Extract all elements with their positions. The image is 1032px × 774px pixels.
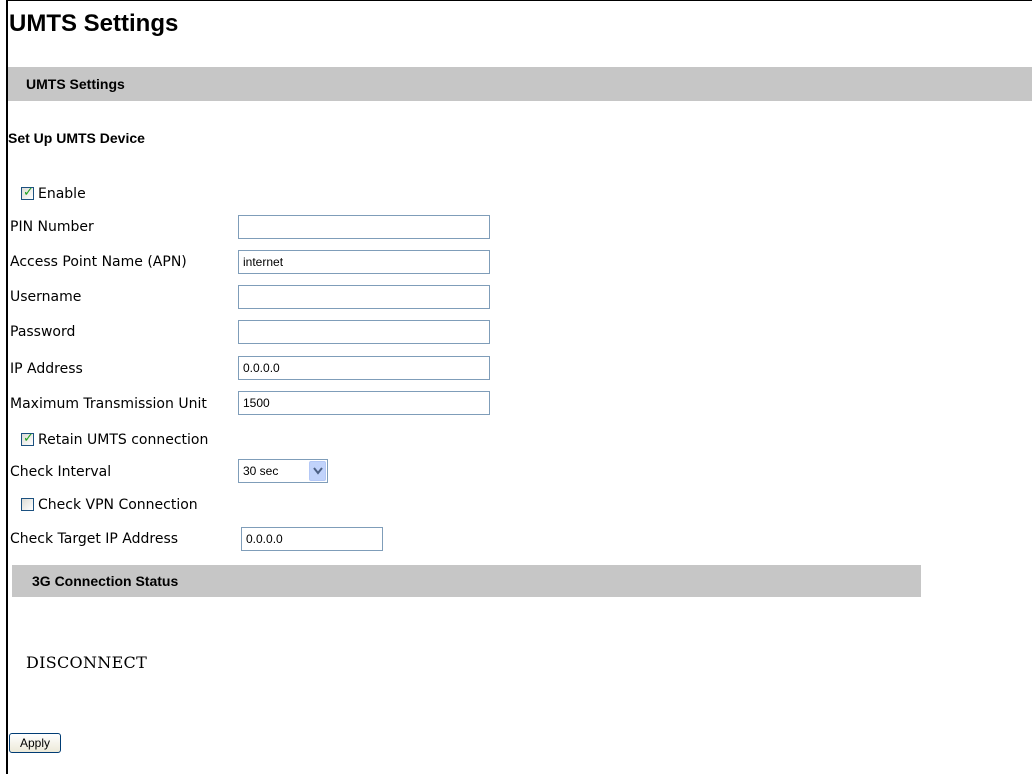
mtu-input[interactable] bbox=[238, 391, 490, 415]
check-vpn-checkbox[interactable] bbox=[21, 498, 34, 511]
dropdown-arrow-button[interactable] bbox=[309, 461, 326, 481]
subheading-setup-device: Set Up UMTS Device bbox=[8, 130, 145, 146]
connection-status-text: DISCONNECT bbox=[26, 653, 148, 672]
retain-connection-label: Retain UMTS connection bbox=[38, 432, 209, 448]
mtu-label: Maximum Transmission Unit bbox=[10, 396, 207, 412]
target-ip-input[interactable] bbox=[241, 527, 383, 551]
chevron-down-icon bbox=[313, 467, 323, 475]
check-interval-value: 30 sec bbox=[243, 464, 279, 478]
retain-connection-checkbox[interactable]: ✓ bbox=[21, 431, 34, 446]
check-vpn-label: Check VPN Connection bbox=[38, 497, 198, 513]
apn-input[interactable] bbox=[238, 250, 490, 274]
section-header-connection-status: 3G Connection Status bbox=[12, 565, 921, 597]
frame-left-border bbox=[6, 0, 8, 774]
pin-label: PIN Number bbox=[10, 219, 94, 235]
frame-top-border bbox=[6, 0, 1032, 1]
page-title: UMTS Settings bbox=[9, 10, 179, 37]
enable-checkbox[interactable]: ✓ bbox=[21, 185, 34, 200]
checkmark-icon: ✓ bbox=[23, 431, 34, 446]
target-ip-label: Check Target IP Address bbox=[10, 531, 179, 547]
checkmark-icon: ✓ bbox=[23, 185, 34, 200]
apn-label: Access Point Name (APN) bbox=[10, 254, 187, 270]
check-interval-label: Check Interval bbox=[10, 464, 112, 480]
username-input[interactable] bbox=[238, 285, 490, 309]
password-label: Password bbox=[10, 324, 76, 340]
enable-label: Enable bbox=[38, 186, 86, 202]
check-interval-select[interactable]: 30 sec bbox=[238, 459, 328, 483]
section-header-umts-settings: UMTS Settings bbox=[8, 67, 1032, 101]
ip-address-label: IP Address bbox=[10, 361, 83, 377]
pin-input[interactable] bbox=[238, 215, 490, 239]
username-label: Username bbox=[10, 289, 82, 305]
password-input[interactable] bbox=[238, 320, 490, 344]
ip-address-input[interactable] bbox=[238, 356, 490, 380]
apply-button[interactable]: Apply bbox=[9, 733, 61, 753]
